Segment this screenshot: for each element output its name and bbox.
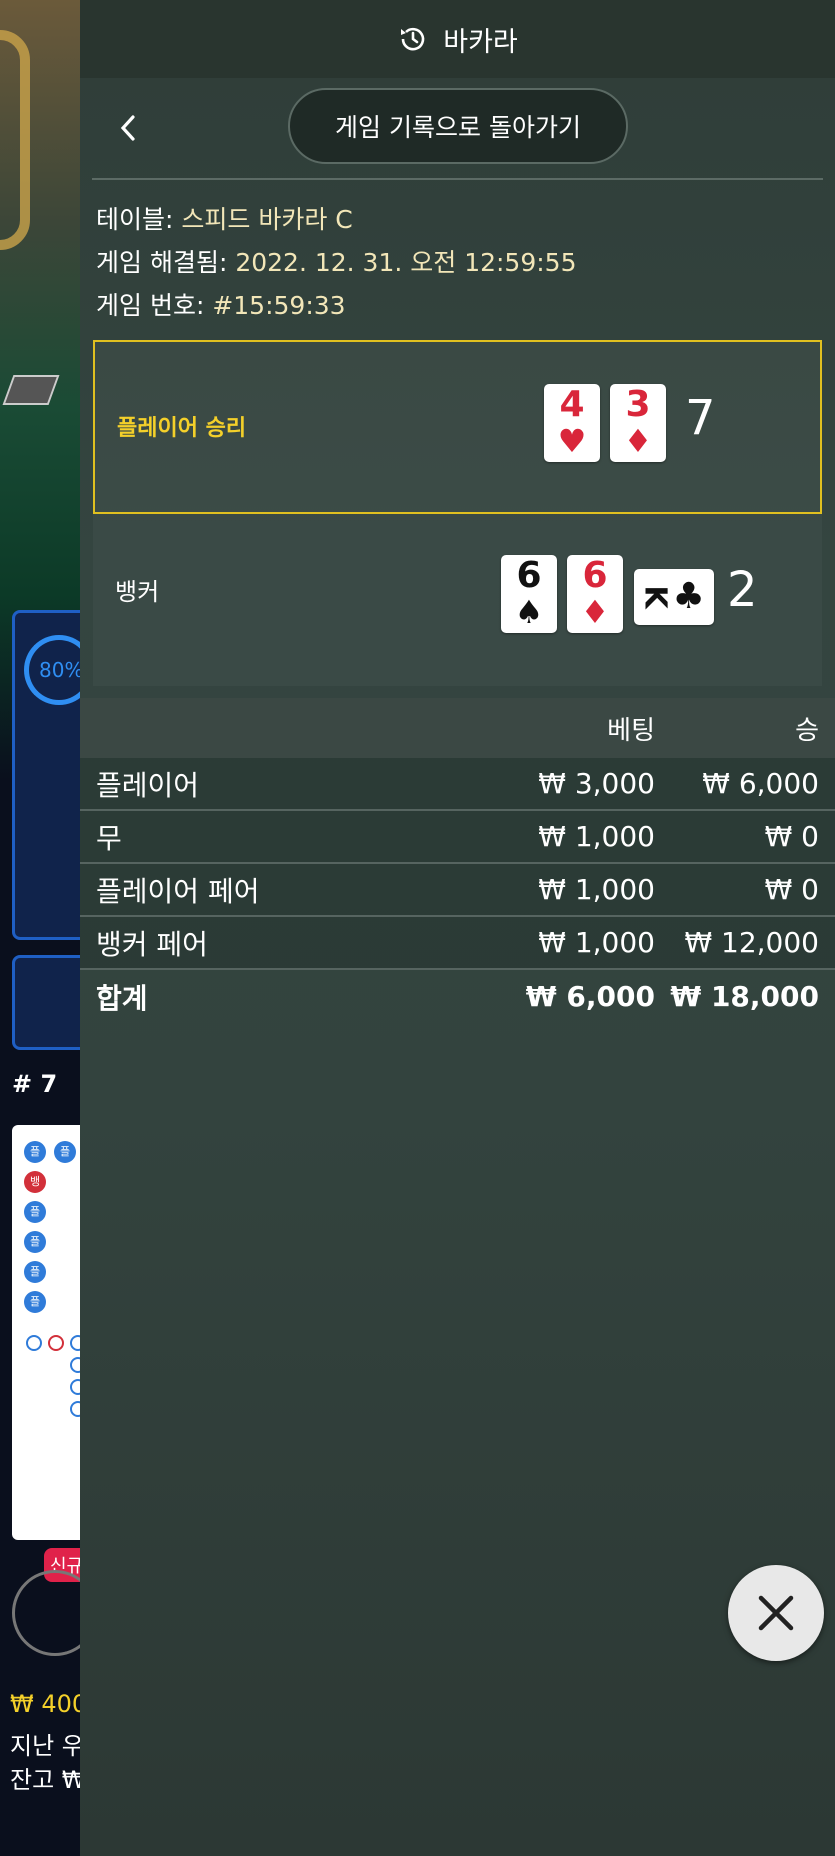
total-win: ₩ 18,000 [670,980,819,1013]
table-row: 플레이어 페어 ₩ 1,000 ₩ 0 [80,864,835,917]
road-dot: 플 [24,1231,46,1253]
chevron-left-icon [120,115,135,141]
close-icon [758,1595,794,1631]
player-win-label: 플레이어 승리 [117,416,247,441]
history-icon [401,27,425,51]
diamond-icon: ♦ [580,593,610,631]
game-number-label: 게임 번호: [96,291,205,320]
card-rank: 3 [625,384,651,425]
chip-button[interactable] [12,1570,80,1656]
table-row: 뱅커 페어 ₩ 1,000 ₩ 12,000 [80,917,835,970]
player-card-2: 3 ♦ [610,384,666,462]
club-icon: ♣ [672,576,705,617]
row-bet: ₩ 1,000 [538,820,655,853]
column-bet: 베팅 [607,715,655,746]
last-win-text: 지난 우승 ₩18,000 [10,1732,80,1760]
road-dot: 플 [24,1201,46,1223]
table-header: 베팅 승 [80,698,835,758]
player-result-box: 플레이어 승리 4 ♥ 3 ♦ 7 [93,340,822,514]
road-dot: 뱅 [24,1171,46,1193]
bead-road: 플 플 뱅 플 플 플 플 [12,1125,80,1540]
column-win: 승 [795,715,819,746]
decorative-frame [0,30,30,250]
road-ring [70,1379,80,1395]
resolved-value: 2022. 12. 31. 오전 12:59:55 [235,248,577,277]
heart-icon: ♥ [557,422,587,460]
banker-card-2: 6 ♦ [567,555,623,633]
round-number: # 7 [12,1070,58,1098]
card-rank: 4 [559,384,585,425]
card-rank: 6 [582,555,608,596]
road-ring [70,1357,80,1373]
row-bet: ₩ 3,000 [538,767,655,800]
row-win: ₩ 0 [764,873,819,906]
card-rank: 6 [516,555,542,596]
road-dot: 플 [24,1291,46,1313]
spade-icon: ♠ [514,593,544,631]
row-bet: ₩ 1,000 [538,873,655,906]
row-name: 무 [96,821,122,855]
player-card-1: 4 ♥ [544,384,600,462]
back-to-history-button[interactable]: 게임 기록으로 돌아가기 [288,88,628,164]
bet-spot-secondary [12,955,80,1050]
game-number-value: #15:59:33 [212,291,346,320]
row-win: ₩ 12,000 [684,926,819,959]
resolved-info: 게임 해결됨: 2022. 12. 31. 오전 12:59:55 [96,241,819,284]
background-game-view: 80% # 7 플 플 뱅 플 플 플 플 신규 ₩ 400,000 지난 우승… [0,0,80,1856]
card-shoe-image [2,375,60,405]
close-button[interactable] [728,1565,824,1661]
diamond-icon: ♦ [623,422,653,460]
table-value: 스피드 바카라 C [181,205,353,234]
game-history-detail-panel: 바카라 게임 기록으로 돌아가기 테이블: 스피드 바카라 C 게임 해결됨: … [80,0,835,1856]
balance-text: 잔고 ₩378,838 [10,1766,80,1794]
total-label: 합계 [96,981,148,1015]
row-bet: ₩ 1,000 [538,926,655,959]
road-ring [26,1335,42,1351]
card-rank: K [637,585,673,609]
row-win: ₩ 0 [764,820,819,853]
table-label: 테이블: [96,205,174,234]
row-name: 플레이어 [96,768,200,802]
banker-card-3: K ♣ [634,569,714,625]
resolved-label: 게임 해결됨: [96,248,228,277]
road-dot: 플 [24,1261,46,1283]
total-bet: ₩ 6,000 [525,980,655,1013]
row-name: 플레이어 페어 [96,874,260,908]
back-arrow-button[interactable] [108,108,148,148]
road-ring [70,1401,80,1417]
row-win: ₩ 6,000 [702,767,819,800]
player-score: 7 [685,390,716,446]
banker-card-1: 6 ♠ [501,555,557,633]
bet-summary-table: 베팅 승 플레이어 ₩ 3,000 ₩ 6,000 무 ₩ 1,000 ₩ 0 … [80,698,835,1023]
banker-label: 뱅커 [115,578,160,606]
road-ring [48,1335,64,1351]
road-dot: 플 [54,1141,76,1163]
road-ring [70,1335,80,1351]
banker-score: 2 [727,562,758,618]
table-row: 무 ₩ 1,000 ₩ 0 [80,811,835,864]
table-row: 플레이어 ₩ 3,000 ₩ 6,000 [80,758,835,811]
table-info: 테이블: 스피드 바카라 C [96,198,819,241]
row-name: 뱅커 페어 [96,927,208,961]
game-meta: 테이블: 스피드 바카라 C 게임 해결됨: 2022. 12. 31. 오전 … [80,180,835,327]
road-dot: 플 [24,1141,46,1163]
panel-title: 바카라 [443,26,518,58]
timer-progress-label: 80% [39,658,80,682]
game-number-info: 게임 번호: #15:59:33 [96,284,819,327]
total-row: 합계 ₩ 6,000 ₩ 18,000 [80,970,835,1023]
panel-header: 바카라 [80,0,835,78]
bet-total-text: ₩ 400,000 [10,1690,80,1718]
nav-row: 게임 기록으로 돌아가기 [80,78,835,178]
banker-result-box: 뱅커 6 ♠ 6 ♦ K ♣ 2 [93,514,822,686]
